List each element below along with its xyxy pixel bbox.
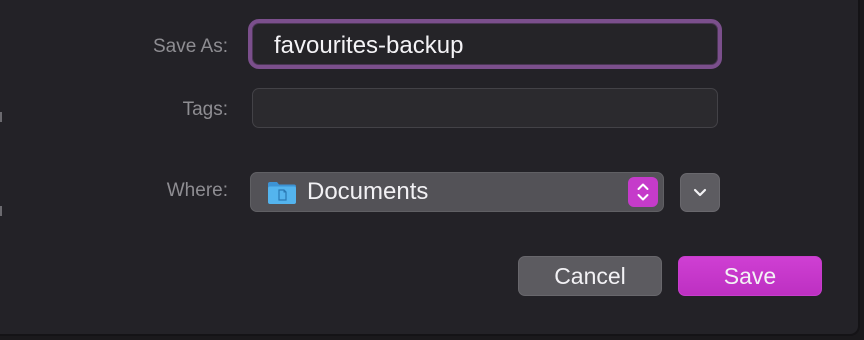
folder-icon [267,180,297,205]
filename-input[interactable] [274,31,704,61]
where-select[interactable]: Documents [250,172,664,212]
where-value: Documents [307,178,429,205]
window-edge-mark [0,206,2,216]
filename-field-inner [252,23,718,65]
save-dialog: Save As: Tags: Where: Documents [0,0,860,336]
save-as-label: Save As: [153,36,228,57]
chevron-down-icon [681,188,719,215]
window-edge-mark [0,112,2,122]
tags-label: Tags: [182,99,228,120]
cancel-button[interactable]: Cancel [518,256,662,296]
filename-field[interactable] [248,19,722,69]
expand-dialog-button[interactable] [680,173,720,212]
tags-field[interactable] [252,88,718,128]
save-button[interactable]: Save [678,256,822,296]
where-label: Where: [166,180,228,201]
up-down-chevron-icon[interactable] [628,177,658,207]
